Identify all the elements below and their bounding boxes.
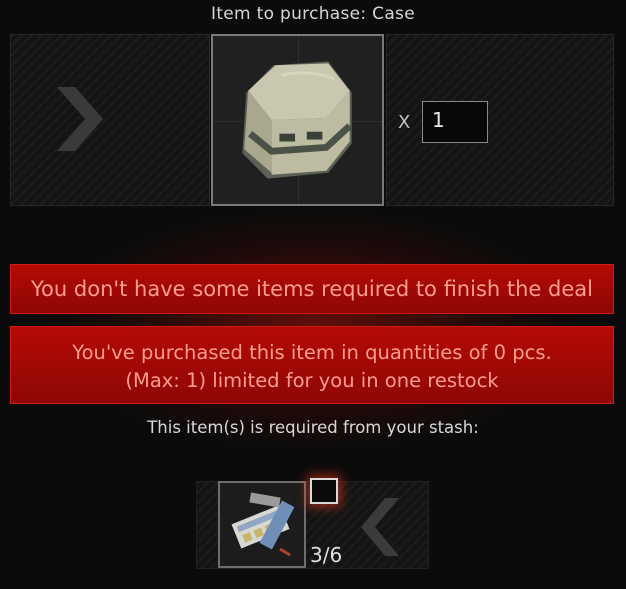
chevron-right-icon[interactable]	[45, 79, 115, 159]
case-icon	[242, 61, 353, 179]
page-title: Item to purchase: Case	[211, 4, 415, 24]
medical-supplies-icon	[231, 492, 295, 557]
restock-limit-line2: (Max: 1) limited for you in one restock	[125, 369, 499, 392]
quantity-input[interactable]: 1	[422, 101, 488, 143]
select-checkbox[interactable]	[310, 478, 338, 504]
restock-limit-line1: You've purchased this item in quantities…	[72, 341, 552, 364]
chevron-left-icon[interactable]	[355, 494, 405, 560]
restock-limit-warning: You've purchased this item in quantities…	[10, 326, 614, 404]
quantity-panel	[386, 34, 614, 206]
prev-panel	[10, 34, 210, 206]
required-items-label: This item(s) is required from your stash…	[147, 418, 479, 437]
multiplier-label: X	[398, 112, 411, 133]
item-slot[interactable]	[211, 34, 384, 206]
required-item-count: 3/6	[310, 543, 343, 567]
required-item-slot[interactable]	[218, 481, 306, 568]
missing-items-warning: You don't have some items required to fi…	[10, 264, 614, 314]
